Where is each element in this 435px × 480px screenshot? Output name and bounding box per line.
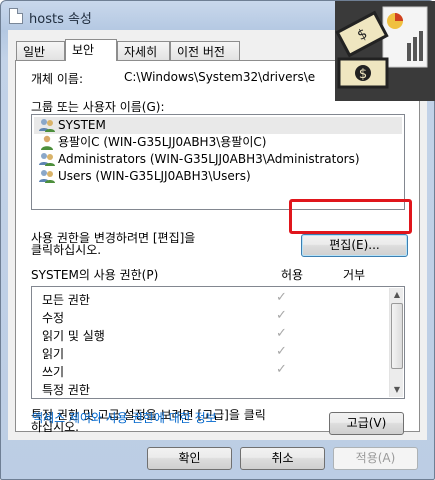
file-icon	[9, 8, 23, 24]
user-group-icon	[39, 170, 55, 183]
edit-hint: 사용 권한을 변경하려면 [편집]을 클릭하십시오.	[31, 231, 196, 257]
cancel-button[interactable]: 취소	[240, 447, 325, 470]
user-group-icon	[39, 153, 55, 166]
permission-list[interactable]: 모든 권한 ✓ 수정 ✓ 읽기 및 실행 ✓ 읽기 ✓ 쓰기 ✓ 특정 권한 ▲…	[31, 286, 405, 399]
window-title: hosts 속성	[29, 12, 92, 27]
allow-header: 허용	[281, 268, 304, 282]
deny-header: 거부	[343, 268, 366, 282]
permission-name: 모든 권한	[42, 293, 90, 307]
list-item[interactable]: 용팔이C (WIN-G35LJJ0ABH3\용팔이C)	[34, 134, 266, 151]
scroll-down-icon[interactable]: ▼	[390, 383, 404, 397]
allow-check-icon: ✓	[276, 290, 287, 305]
allow-check-icon: ✓	[276, 326, 287, 341]
object-name-label: 개체 이름:	[31, 72, 84, 86]
finance-report-icon: $ $	[335, 1, 435, 101]
tab-previous-versions[interactable]: 이전 버전	[170, 41, 240, 60]
user-name: 용팔이C (WIN-G35LJJ0ABH3\용팔이C)	[58, 135, 267, 149]
help-link[interactable]: 액세스 제어와 사용 권한에 대한 정보	[32, 409, 217, 426]
user-group-icon	[39, 119, 55, 132]
allow-check-icon: ✓	[276, 362, 287, 377]
ok-button[interactable]: 확인	[147, 447, 232, 470]
list-item[interactable]: Users (WIN-G35LJJ0ABH3\Users)	[34, 168, 251, 185]
allow-check-icon: ✓	[276, 308, 287, 323]
permission-scrollbar[interactable]: ▲ ▼	[389, 288, 403, 397]
permission-name: 쓰기	[42, 365, 65, 379]
perm-title: SYSTEM의 사용 권한(P)	[31, 268, 159, 282]
permission-name: 읽기	[42, 347, 65, 361]
advanced-button[interactable]: 고급(V)	[329, 412, 404, 435]
properties-window: hosts 속성 일반 보안 자세히 이전 버전 개체 이름: C:\Windo…	[0, 0, 435, 480]
user-name: Users (WIN-G35LJJ0ABH3\Users)	[58, 169, 251, 183]
tab-security[interactable]: 보안	[65, 39, 117, 61]
tab-details[interactable]: 자세히	[117, 41, 170, 60]
apply-button: 적용(A)	[333, 447, 418, 470]
allow-check-icon: ✓	[276, 344, 287, 359]
permission-name: 수정	[42, 311, 65, 325]
scroll-up-icon[interactable]: ▲	[390, 288, 404, 302]
svg-text:$: $	[359, 67, 367, 82]
list-item[interactable]: Administrators (WIN-G35LJJ0ABH3\Administ…	[34, 151, 360, 168]
user-list[interactable]: SYSTEM 용팔이C (WIN-G35LJJ0ABH3\용팔이C) Admin…	[31, 114, 405, 210]
group-user-label: 그룹 또는 사용자 이름(G):	[31, 100, 165, 114]
security-tab-page: 개체 이름: C:\Windows\System32\drivers\e 그룹 …	[15, 60, 420, 435]
user-name: SYSTEM	[58, 118, 106, 132]
tab-general[interactable]: 일반	[16, 41, 65, 60]
list-item[interactable]: SYSTEM	[34, 117, 402, 134]
permission-name: 특정 권한	[42, 383, 90, 397]
user-name: Administrators (WIN-G35LJJ0ABH3\Administ…	[58, 152, 360, 166]
scroll-thumb[interactable]	[391, 303, 403, 369]
permission-name: 읽기 및 실행	[42, 329, 105, 343]
user-icon	[41, 135, 53, 150]
edit-button[interactable]: 편집(E)...	[301, 234, 408, 257]
